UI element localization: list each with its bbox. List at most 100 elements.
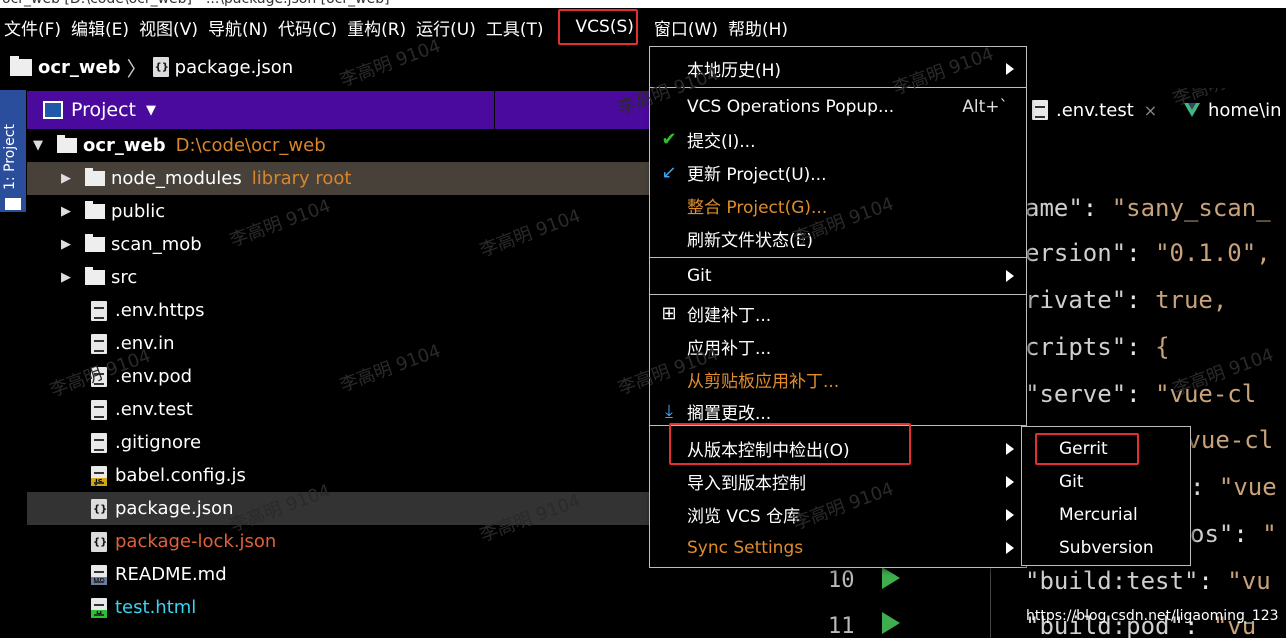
- menu-vcs[interactable]: VCS(S): [556, 8, 650, 46]
- tree-file-env-https[interactable]: .env.https: [27, 294, 650, 327]
- menu-navigate[interactable]: 导航(N): [204, 8, 274, 46]
- menu-help[interactable]: 帮助(H): [724, 8, 794, 46]
- json-key: ame": [1025, 194, 1083, 222]
- expand-arrow-icon[interactable]: ▼: [31, 138, 45, 153]
- tree-file-package-lock[interactable]: package-lock.json: [27, 525, 650, 558]
- menu-item-browse-vcs-repo[interactable]: 浏览 VCS 仓库: [650, 498, 1026, 531]
- tree-item-label: babel.config.js: [115, 465, 246, 486]
- menu-item-refresh-file-status[interactable]: 刷新文件状态(E): [650, 222, 1026, 255]
- json-file-icon: [91, 498, 107, 519]
- menu-item-create-patch[interactable]: ⊞ 创建补丁...: [650, 297, 1026, 330]
- submenu-item-gerrit[interactable]: Gerrit: [1022, 432, 1190, 465]
- expand-arrow-icon[interactable]: ▶: [59, 171, 73, 186]
- menu-item-commit[interactable]: ✔ 提交(I)...: [650, 123, 1026, 156]
- menu-window[interactable]: 窗口(W): [650, 8, 724, 46]
- menu-separator: [650, 294, 1026, 295]
- tree-file-env-pod[interactable]: .env.pod: [27, 360, 650, 393]
- tree-item-label: node_modules: [111, 168, 242, 189]
- project-view-icon: [43, 101, 63, 119]
- menu-item-update-project[interactable]: ↙ 更新 Project(U)...: [650, 156, 1026, 189]
- menu-refactor[interactable]: 重构(R): [343, 8, 412, 46]
- expand-arrow-icon[interactable]: ▶: [59, 204, 73, 219]
- menu-item-checkout-from-vcs[interactable]: 从版本控制中检出(O): [650, 432, 1026, 465]
- folder-icon: [85, 168, 105, 186]
- tree-file-test-html[interactable]: test.html: [27, 591, 650, 624]
- tree-folder-src[interactable]: ▶ src: [27, 261, 650, 294]
- submenu-item-subversion[interactable]: Subversion: [1022, 531, 1190, 564]
- breadcrumb-file[interactable]: package.json: [175, 57, 294, 78]
- menu-item-apply-patch-clipboard[interactable]: 从剪贴板应用补丁...: [650, 363, 1026, 396]
- menu-item-integrate-project[interactable]: 整合 Project(G)...: [650, 189, 1026, 222]
- tree-item-label: test.html: [115, 597, 197, 618]
- json-file-icon: [152, 57, 169, 77]
- chevron-right-icon: 〉: [126, 56, 147, 81]
- project-view-title[interactable]: Project: [71, 99, 136, 121]
- root-path: D:\code\ocr_web: [175, 135, 326, 156]
- menu-item-sync-settings[interactable]: Sync Settings: [650, 531, 1026, 564]
- expand-arrow-icon[interactable]: ▶: [59, 237, 73, 252]
- tree-folder-public[interactable]: ▶ public: [27, 195, 650, 228]
- tree-item-label: package-lock.json: [115, 531, 277, 552]
- text-file-icon: [91, 366, 107, 387]
- tree-folder-node-modules[interactable]: ▶ node_modules library root: [27, 162, 650, 195]
- tree-file-env-in[interactable]: .env.in: [27, 327, 650, 360]
- side-toolbar: 1: Project: [0, 88, 26, 638]
- json-key: os": [1190, 520, 1234, 548]
- tree-file-readme[interactable]: README.md: [27, 558, 650, 591]
- folder-icon: [85, 201, 105, 219]
- json-key: "serve": [1025, 380, 1127, 408]
- json-sep: :: [1126, 286, 1156, 314]
- expand-arrow-icon[interactable]: ▶: [59, 270, 73, 285]
- code-line: os": ": [1190, 520, 1277, 548]
- menu-item-git[interactable]: Git: [650, 259, 1026, 292]
- run-script-icon[interactable]: [882, 567, 900, 589]
- code-line: "build:test": "vu: [1025, 567, 1271, 595]
- tree-item-label: package.json: [115, 498, 234, 519]
- submenu-arrow-icon: [1006, 475, 1014, 488]
- json-key: cripts": [1025, 333, 1127, 361]
- tree-file-package-json[interactable]: package.json: [27, 492, 650, 525]
- submenu-item-mercurial[interactable]: Mercurial: [1022, 498, 1190, 531]
- dropdown-caret-icon[interactable]: ▼: [146, 103, 156, 118]
- submenu-item-label: Mercurial: [1059, 504, 1138, 525]
- tree-file-env-test[interactable]: .env.test: [27, 393, 650, 426]
- submenu-item-git[interactable]: Git: [1022, 465, 1190, 498]
- menu-item-local-history[interactable]: 本地历史(H): [650, 52, 1026, 85]
- menu-item-apply-patch[interactable]: 应用补丁...: [650, 330, 1026, 363]
- json-sep: :: [1082, 194, 1112, 222]
- tree-item-label: .gitignore: [115, 432, 202, 453]
- json-value: ": [1262, 520, 1277, 548]
- submenu-arrow-icon: [1006, 508, 1014, 521]
- menu-item-label: 浏览 VCS 仓库: [687, 507, 801, 527]
- menu-edit[interactable]: 编辑(E): [67, 8, 135, 46]
- tree-file-babel-config[interactable]: babel.config.js: [27, 459, 650, 492]
- project-tool-tab[interactable]: 1: Project: [0, 90, 26, 212]
- tree-root[interactable]: ▼ ocr_web D:\code\ocr_web: [27, 129, 650, 162]
- json-key: "build:test": [1025, 567, 1199, 595]
- menu-item-import-into-vcs[interactable]: 导入到版本控制: [650, 465, 1026, 498]
- menu-file[interactable]: 文件(F): [0, 8, 67, 46]
- menu-item-vcs-operations-popup[interactable]: VCS Operations Popup... Alt+`: [650, 90, 1026, 123]
- menu-tools[interactable]: 工具(T): [482, 8, 550, 46]
- code-line: : "vue: [1190, 473, 1277, 501]
- submenu-arrow-icon: [1006, 541, 1014, 554]
- menu-run[interactable]: 运行(U): [412, 8, 482, 46]
- shelve-icon: ⤓: [665, 401, 673, 422]
- update-arrow-icon: ↙: [661, 162, 677, 183]
- tree-item-label: README.md: [115, 564, 227, 585]
- breadcrumb-project[interactable]: ocr_web: [38, 57, 121, 78]
- tree-item-label: .env.https: [115, 300, 205, 321]
- menu-code[interactable]: 代码(C): [274, 8, 343, 46]
- tree-item-label: .env.test: [115, 399, 193, 420]
- tree-item-label: public: [111, 201, 166, 222]
- json-key: rivate": [1025, 286, 1127, 314]
- menu-item-label: 从剪贴板应用补丁...: [687, 372, 840, 392]
- root-name: ocr_web: [83, 135, 166, 156]
- run-script-icon[interactable]: [882, 612, 900, 634]
- tree-folder-scan-mob[interactable]: ▶ scan_mob: [27, 228, 650, 261]
- menu-view[interactable]: 视图(V): [135, 8, 204, 46]
- tree-file-gitignore[interactable]: .gitignore: [27, 426, 650, 459]
- menu-item-shelve-changes[interactable]: ⤓ 搁置更改...: [650, 395, 1026, 428]
- json-sep: :: [1190, 473, 1219, 501]
- code-line: cripts": {: [1025, 333, 1170, 361]
